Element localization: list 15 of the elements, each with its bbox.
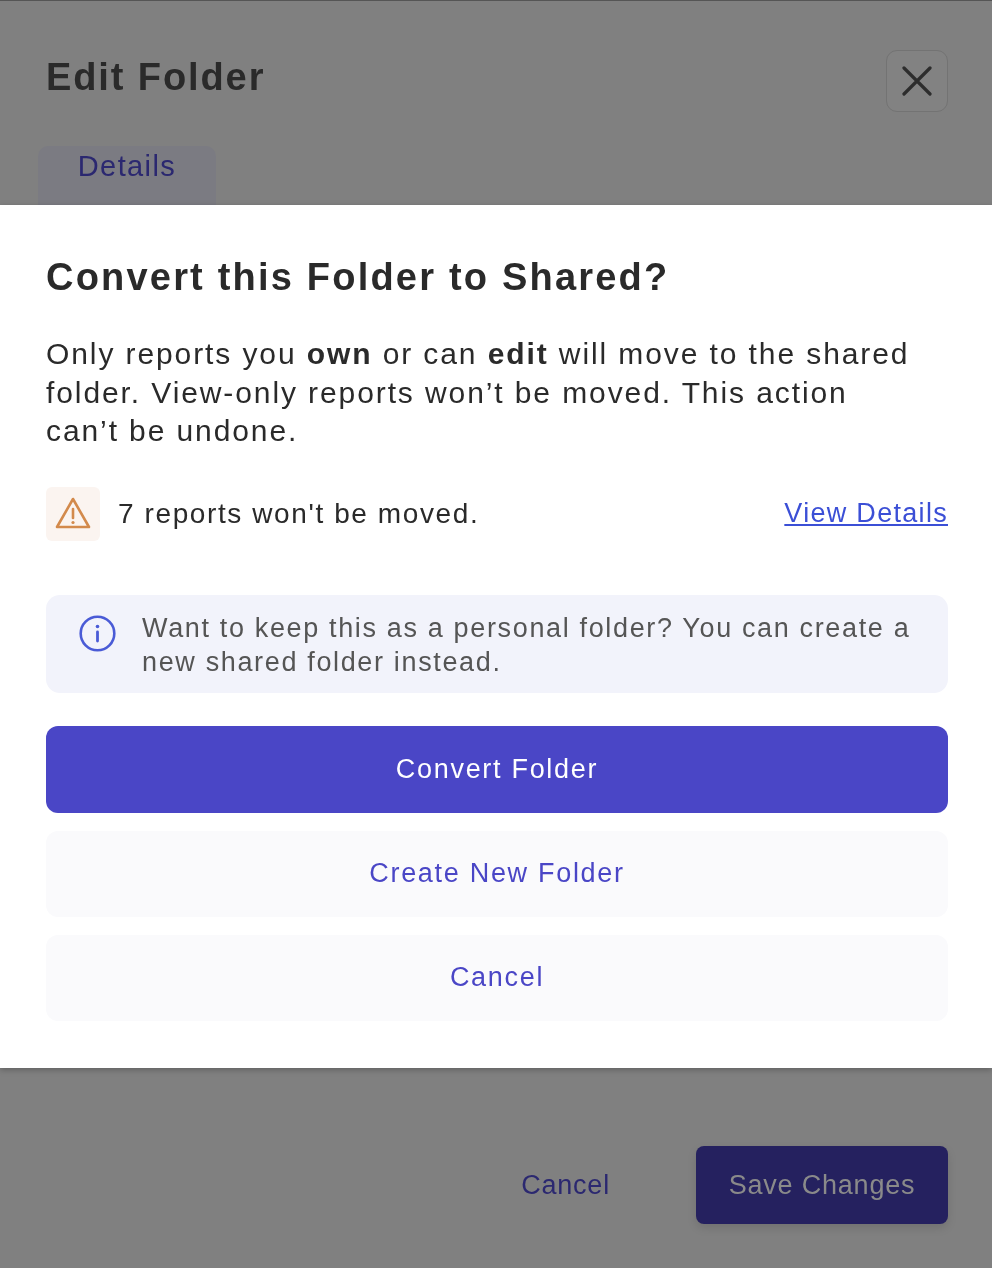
- dialog-message: Only reports you own or can edit will move to the shared folder. View-only reports won’t be moved. This action can’t be undone.: [46, 336, 911, 449]
- close-icon: [902, 66, 932, 96]
- secondary-button[interactable]: Cancel: [46, 934, 948, 1021]
- info-text: Want to keep this as a personal folder? You can create a new shared folder instead.: [142, 611, 912, 679]
- warning-text: 7 reports won't be moved.: [118, 497, 481, 530]
- info-icon: [79, 614, 116, 652]
- dialog-title: Convert this Folder to Shared?: [46, 255, 671, 300]
- primary-button[interactable]: Save Changes: [696, 1146, 948, 1224]
- text-button[interactable]: Cancel: [491, 1146, 640, 1224]
- view-details-link[interactable]: View Details: [784, 498, 948, 529]
- close-button[interactable]: [886, 50, 948, 112]
- warning-icon: [46, 486, 100, 541]
- secondary-button[interactable]: Create New Folder: [46, 830, 948, 917]
- dialog-title: Edit Folder: [46, 55, 266, 100]
- primary-button[interactable]: Convert Folder: [46, 725, 948, 813]
